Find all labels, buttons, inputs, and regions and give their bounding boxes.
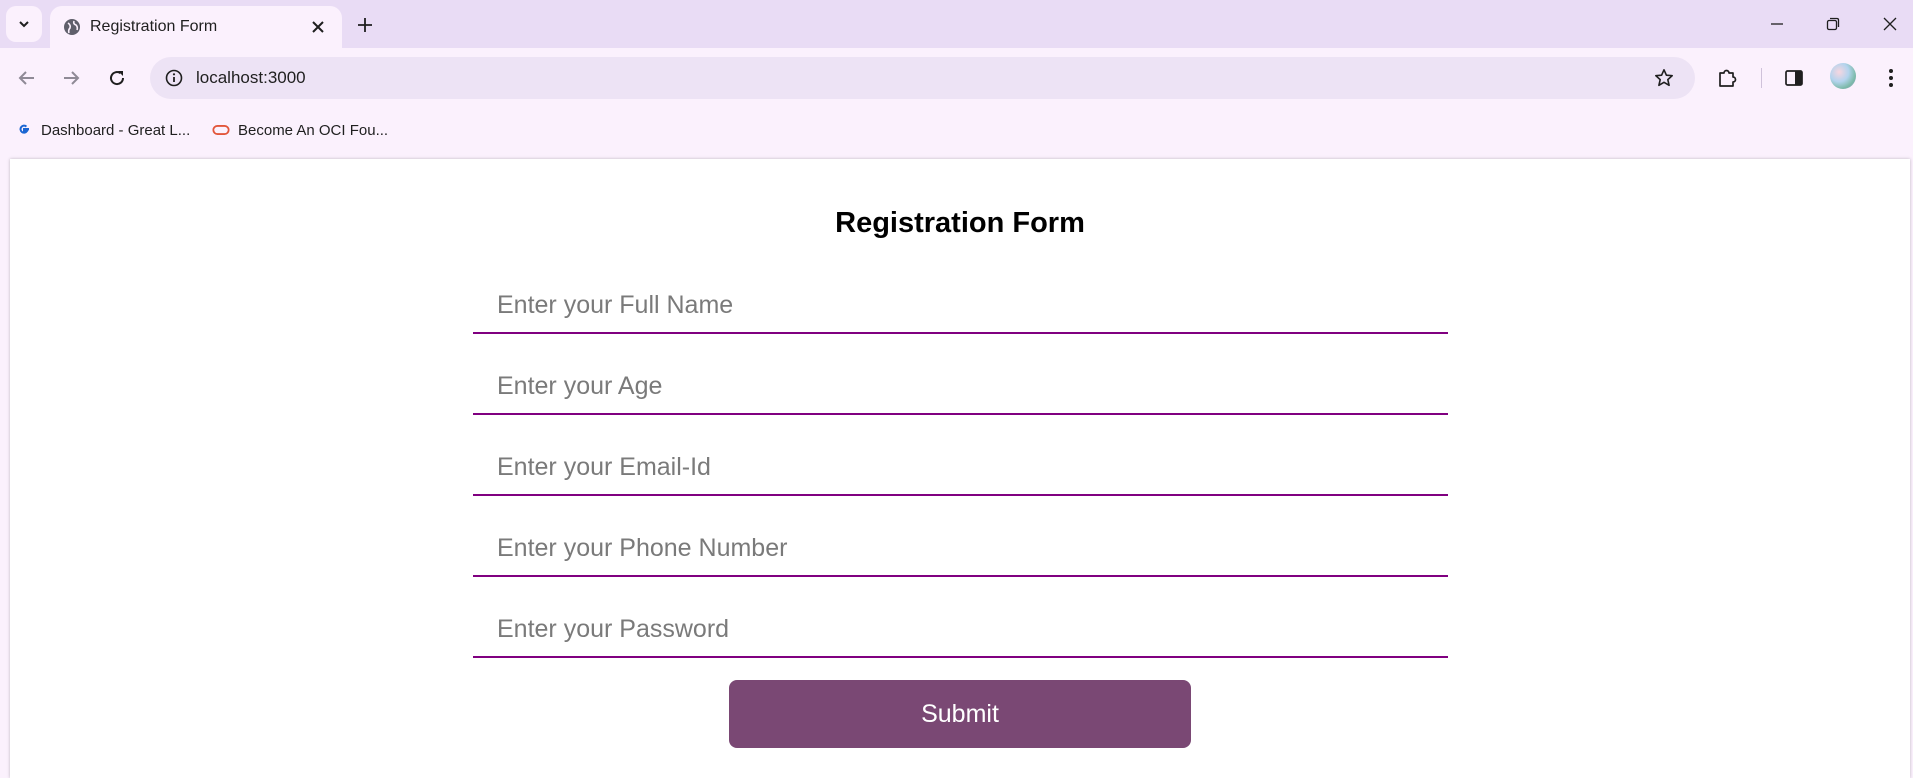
full-name-input[interactable] [473,278,1448,334]
plus-icon [358,18,372,32]
tab-close-button[interactable] [306,15,330,39]
bookmark-item[interactable]: Dashboard - Great L... [15,116,190,144]
oracle-icon [212,121,230,139]
extensions-button[interactable] [1709,60,1745,96]
age-input[interactable] [473,359,1448,415]
restore-button[interactable] [1813,8,1853,40]
password-input[interactable] [473,602,1448,658]
arrow-right-icon [64,71,80,85]
tab-strip: Registration Form [0,0,1913,48]
star-icon [1655,69,1673,87]
page-viewport: Registration Form Submit [10,159,1910,778]
close-icon [312,21,324,33]
restore-icon [1826,17,1840,31]
address-bar[interactable] [150,57,1695,99]
puzzle-icon [1719,69,1737,87]
reload-icon [110,71,125,86]
profile-avatar[interactable] [1830,63,1856,89]
bookmarks-bar: Dashboard - Great L... Become An OCI Fou… [0,108,1913,152]
close-window-button[interactable] [1870,8,1910,40]
page-title: Registration Form [835,207,1085,239]
browser-menu-button[interactable] [1873,60,1909,96]
toolbar-divider [1761,68,1762,88]
minimize-button[interactable] [1757,8,1797,40]
side-panel-button[interactable] [1776,60,1812,96]
more-vertical-icon [1889,69,1893,87]
submit-button[interactable]: Submit [729,680,1191,748]
bookmark-label: Become An OCI Fou... [238,121,389,139]
info-icon [165,69,183,87]
back-button[interactable] [9,60,45,96]
tab-search-button[interactable] [6,6,42,42]
browser-toolbar [0,48,1913,108]
google-g-icon [15,121,33,139]
tab-title: Registration Form [90,18,218,35]
email-input[interactable] [473,440,1448,496]
url-input[interactable] [196,68,1596,88]
bookmark-item[interactable]: Become An OCI Fou... [212,116,388,144]
browser-tab[interactable]: Registration Form [50,6,342,48]
globe-icon [64,19,80,35]
new-tab-button[interactable] [350,10,380,40]
minimize-icon [1771,23,1783,25]
reload-button[interactable] [99,60,135,96]
forward-button[interactable] [53,60,89,96]
bookmark-star-button[interactable] [1650,66,1678,90]
bookmark-label: Dashboard - Great L... [41,121,191,139]
arrow-left-icon [18,71,34,85]
chevron-down-icon [19,21,29,28]
site-info-button[interactable] [162,66,186,90]
side-panel-icon [1785,70,1803,86]
phone-input[interactable] [473,521,1448,577]
close-icon [1883,17,1897,31]
